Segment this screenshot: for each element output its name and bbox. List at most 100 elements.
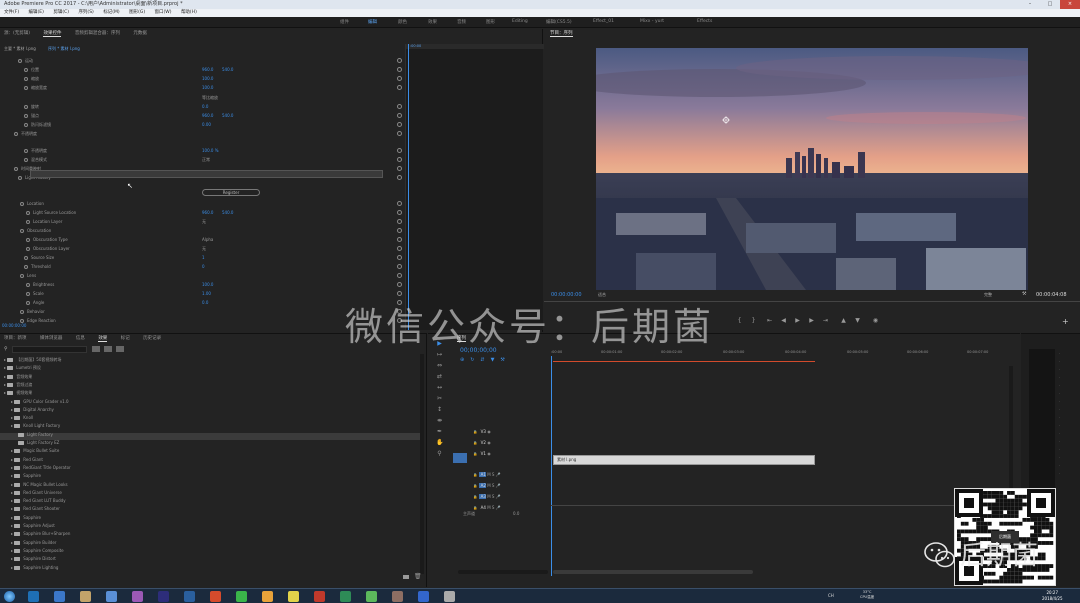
- stopwatch-icon[interactable]: [24, 68, 28, 72]
- tab-effect-controls[interactable]: 效果控件: [43, 31, 62, 37]
- effect-row[interactable]: [24, 94, 27, 102]
- go-to-out-icon[interactable]: ⇥: [822, 317, 829, 324]
- 32bit-effects-icon[interactable]: [104, 346, 112, 352]
- effect-row[interactable]: 混合模式: [24, 156, 47, 164]
- stopwatch-icon[interactable]: [20, 229, 24, 233]
- reset-icon[interactable]: [397, 122, 402, 127]
- reset-icon[interactable]: [397, 175, 402, 180]
- stopwatch-icon[interactable]: [26, 220, 30, 224]
- tab-audio-mixer[interactable]: 音频剪辑混合器：序列: [75, 31, 120, 36]
- stopwatch-icon[interactable]: [24, 77, 28, 81]
- effect-value[interactable]: 960.0: [202, 209, 213, 217]
- reset-icon[interactable]: [397, 85, 402, 90]
- effect-value[interactable]: 960.0: [202, 112, 213, 120]
- effect-value[interactable]: 无: [202, 245, 206, 253]
- effect-value[interactable]: 960.0: [202, 66, 213, 74]
- wrench-icon[interactable]: ⚒: [1022, 291, 1026, 297]
- yuv-effects-icon[interactable]: [116, 346, 124, 352]
- effects-tree-item[interactable]: ▸ Sapphire Distort: [11, 555, 56, 562]
- slip-tool-icon[interactable]: ↕: [436, 406, 443, 413]
- effects-tree-item[interactable]: Light Factory EZ: [18, 439, 59, 446]
- effect-value-2[interactable]: 540.0: [222, 112, 233, 120]
- effect-row[interactable]: Obscuration: [20, 227, 51, 235]
- effect-value[interactable]: 0.0: [202, 103, 208, 111]
- stopwatch-icon[interactable]: [18, 176, 22, 180]
- effect-row[interactable]: 旋转: [24, 103, 39, 111]
- stopwatch-icon[interactable]: [26, 238, 30, 242]
- effects-tree-item[interactable]: ▸ 视频效果: [4, 389, 32, 396]
- reset-icon[interactable]: [397, 166, 402, 171]
- menu-window[interactable]: 窗口(W): [155, 10, 172, 15]
- menu-help[interactable]: 帮助(H): [181, 10, 197, 15]
- delete-icon[interactable]: 🗑: [414, 573, 422, 580]
- effect-row[interactable]: 锚点: [24, 112, 39, 120]
- mark-in-icon[interactable]: {: [736, 317, 743, 324]
- workspace-tab[interactable]: 编辑: [368, 19, 377, 25]
- effect-row[interactable]: Behavior: [20, 308, 45, 316]
- taskbar-app-icon[interactable]: [418, 591, 429, 602]
- stopwatch-icon[interactable]: [26, 211, 30, 215]
- start-button-icon[interactable]: [4, 591, 15, 602]
- effect-value[interactable]: 0.00: [202, 121, 211, 129]
- taskbar-app-icon[interactable]: [106, 591, 117, 602]
- mark-out-icon[interactable]: }: [750, 317, 757, 324]
- mute-solo-icons[interactable]: M S 🎤: [486, 505, 501, 510]
- rate-stretch-tool-icon[interactable]: ↔: [436, 384, 443, 391]
- track-header[interactable]: 🔒 V3 ◉: [473, 427, 569, 437]
- tab-program[interactable]: 节目：序列: [550, 31, 573, 37]
- tab-project[interactable]: 项目：新项: [4, 336, 27, 341]
- effects-tree-item[interactable]: ▸ Red Giant Shooter: [11, 505, 60, 512]
- effects-tree-item[interactable]: ▸ Red Giant LUT Buddy: [11, 497, 66, 504]
- taskbar-app-icon[interactable]: [392, 591, 403, 602]
- effects-tree-item[interactable]: ▸ Digital Anarchy: [11, 406, 54, 413]
- effects-tree-item[interactable]: ▸ Lumetri 预设: [4, 364, 41, 371]
- play-icon[interactable]: ▶: [794, 317, 801, 324]
- effect-value[interactable]: 正常: [202, 156, 210, 164]
- quality-dropdown[interactable]: 完整: [984, 292, 992, 298]
- stopwatch-icon[interactable]: [26, 247, 30, 251]
- taskbar-app-icon[interactable]: [132, 591, 143, 602]
- eye-icon[interactable]: ◉: [486, 429, 491, 434]
- mute-solo-icons[interactable]: M S 🎤: [486, 472, 501, 477]
- track-lock-icon[interactable]: 🔒: [473, 441, 477, 445]
- effects-tree-item[interactable]: ▸ Red Giant Universe: [11, 489, 62, 496]
- slide-tool-icon[interactable]: ⇼: [436, 417, 443, 424]
- track-header[interactable]: 🔒 A3 M S 🎤: [473, 492, 569, 502]
- effects-tree-item[interactable]: ▸ Knoll Light Factory: [11, 422, 60, 429]
- time-ruler[interactable]: :00:00 00:00:01:00 00:00:02:00 00:00:03:…: [551, 350, 1011, 358]
- effect-value[interactable]: 等比缩放: [202, 94, 218, 102]
- mute-solo-icons[interactable]: M S 🎤: [486, 494, 501, 499]
- search-icon[interactable]: ⚲: [4, 346, 8, 352]
- effects-tree-item[interactable]: ▸ Red Giant: [11, 456, 43, 463]
- stopwatch-icon[interactable]: [20, 202, 24, 206]
- master-value[interactable]: 0.0: [513, 511, 519, 516]
- effect-value[interactable]: 0: [202, 263, 205, 271]
- close-icon[interactable]: ×: [1060, 0, 1080, 9]
- hand-tool-icon[interactable]: ✋: [436, 439, 443, 446]
- effects-tree-item[interactable]: ▸ Magic Bullet Suite: [11, 447, 59, 454]
- register-button[interactable]: Register: [202, 189, 260, 196]
- timeline-playhead[interactable]: [551, 356, 552, 576]
- effect-row[interactable]: Source Size: [24, 254, 54, 262]
- effect-row[interactable]: Location Layer: [26, 218, 62, 226]
- maximize-icon[interactable]: □: [1040, 0, 1060, 9]
- add-button-icon[interactable]: +: [1062, 317, 1069, 326]
- effect-row[interactable]: Obscuration Layer: [26, 245, 70, 253]
- reset-icon[interactable]: [397, 219, 402, 224]
- track-lock-icon[interactable]: 🔒: [473, 473, 477, 477]
- reset-icon[interactable]: [397, 210, 402, 215]
- menu-marker[interactable]: 标记(M): [103, 10, 119, 15]
- stopwatch-icon[interactable]: [14, 167, 18, 171]
- effect-row[interactable]: 运动: [18, 57, 33, 65]
- reset-icon[interactable]: [397, 104, 402, 109]
- track-lock-icon[interactable]: 🔒: [473, 452, 477, 456]
- effects-tree-item[interactable]: ▸ Sapphire Blur+Sharpen: [11, 530, 70, 537]
- extract-icon[interactable]: ▼: [854, 317, 861, 324]
- effect-row[interactable]: 防闪烁滤镜: [24, 121, 51, 129]
- stopwatch-icon[interactable]: [24, 158, 28, 162]
- workspace-tab[interactable]: Effects: [697, 19, 712, 24]
- effects-tree-item[interactable]: ▸ 【后期菌】50套视频转场: [4, 356, 61, 363]
- track-lock-icon[interactable]: 🔒: [473, 506, 477, 510]
- stopwatch-icon[interactable]: [18, 59, 22, 63]
- workspace-tab[interactable]: 图形: [486, 19, 495, 25]
